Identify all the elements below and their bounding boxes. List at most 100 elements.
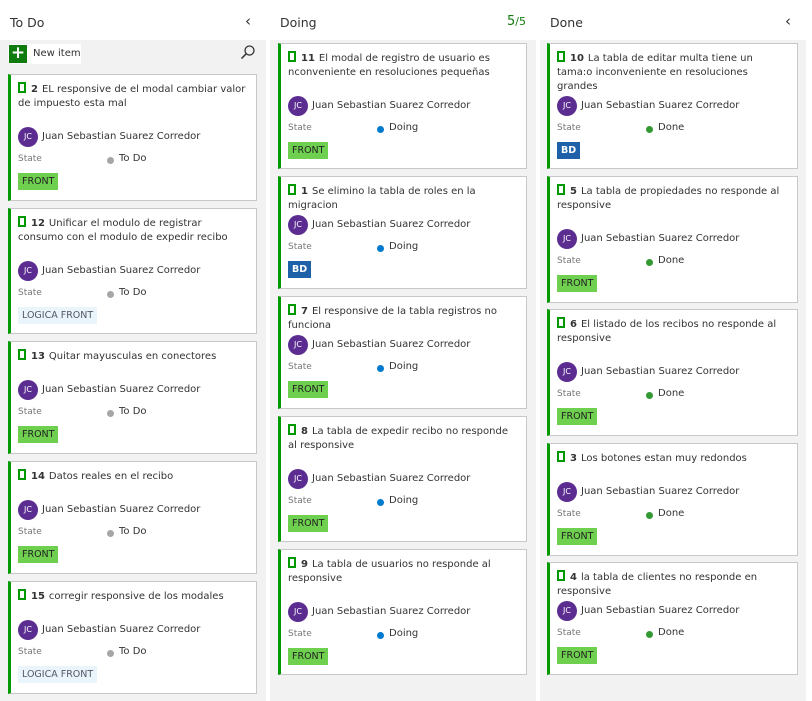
state-value[interactable]: Done bbox=[658, 508, 684, 519]
work-item-card[interactable]: 15 corregir responsive de los modales JC Ju… bbox=[8, 581, 257, 694]
state-dot bbox=[377, 245, 384, 252]
state-value[interactable]: To Do bbox=[119, 526, 147, 537]
assignee[interactable]: JC Juan Sebastian Suarez Corredor bbox=[288, 335, 488, 355]
state-value[interactable]: Done bbox=[658, 255, 684, 266]
work-item-title[interactable]: Quitar mayusculas en conectores bbox=[49, 351, 216, 362]
work-item-title[interactable]: Datos reales en el recibo bbox=[49, 471, 173, 482]
work-item-title[interactable]: La tabla de usuarios no responde al resp… bbox=[288, 559, 491, 584]
state-label: State bbox=[557, 509, 581, 519]
assignee[interactable]: JC Juan Sebastian Suarez Corredor bbox=[557, 362, 757, 382]
work-item-title[interactable]: EL responsive de el modal cambiar valor … bbox=[18, 84, 245, 109]
work-item-title[interactable]: la tabla de clientes no responde en resp… bbox=[557, 572, 757, 597]
assignee-name: Juan Sebastian Suarez Corredor bbox=[42, 384, 201, 395]
state-value[interactable]: Doing bbox=[389, 628, 418, 639]
assignee-name: Juan Sebastian Suarez Corredor bbox=[581, 486, 740, 497]
tag-front[interactable]: FRONT bbox=[288, 515, 329, 532]
new-item-label: New item bbox=[33, 48, 81, 59]
assignee[interactable]: JC Juan Sebastian Suarez Corredor bbox=[557, 96, 757, 116]
assignee[interactable]: JC Juan Sebastian Suarez Corredor bbox=[18, 620, 218, 640]
work-item-title[interactable]: La tabla de expedir recibo no responde a… bbox=[288, 426, 508, 451]
state-label: State bbox=[288, 629, 312, 639]
work-item-title[interactable]: Los botones estan muy redondos bbox=[581, 453, 747, 464]
tag-front[interactable]: FRONT bbox=[288, 142, 329, 159]
work-item-card[interactable]: 9 La tabla de usuarios no responde al res… bbox=[278, 549, 527, 675]
tag-front[interactable]: FRONT bbox=[557, 647, 598, 664]
state-value[interactable]: To Do bbox=[119, 153, 147, 164]
tag-front[interactable]: FRONT bbox=[557, 408, 598, 425]
work-item-title[interactable]: El modal de registro de usuario es nconv… bbox=[288, 53, 490, 78]
plus-icon: + bbox=[9, 43, 27, 63]
tag-bd[interactable]: BD bbox=[557, 142, 581, 159]
work-item-title[interactable]: corregir responsive de los modales bbox=[49, 591, 224, 602]
assignee[interactable]: JC Juan Sebastian Suarez Corredor bbox=[288, 215, 488, 235]
work-item-card[interactable]: 14 Datos reales en el recibo JC Juan Sebast… bbox=[8, 461, 257, 574]
tag-front[interactable]: FRONT bbox=[557, 528, 598, 545]
assignee[interactable]: JC Juan Sebastian Suarez Corredor bbox=[18, 500, 218, 520]
work-item-card[interactable]: 11 El modal de registro de usuario es nco… bbox=[278, 43, 527, 169]
state-value[interactable]: Doing bbox=[389, 122, 418, 133]
state-value[interactable]: Doing bbox=[389, 241, 418, 252]
work-item-card[interactable]: 12 Unificar el modulo de registrar consum… bbox=[8, 208, 257, 334]
work-item-card[interactable]: 5 La tabla de propiedades no responde al … bbox=[547, 176, 798, 303]
state-value[interactable]: To Do bbox=[119, 646, 147, 657]
assignee[interactable]: JC Juan Sebastian Suarez Corredor bbox=[18, 127, 218, 147]
assignee-name: Juan Sebastian Suarez Corredor bbox=[312, 339, 471, 350]
work-item-title[interactable]: Unificar el modulo de registrar consumo … bbox=[18, 218, 228, 243]
assignee-name: Juan Sebastian Suarez Corredor bbox=[42, 265, 201, 276]
tag-logica-front[interactable]: LOGICA FRONT bbox=[18, 307, 98, 324]
assignee[interactable]: JC Juan Sebastian Suarez Corredor bbox=[557, 482, 757, 502]
work-item-card[interactable]: 6 El listado de los recibos no responde a… bbox=[547, 309, 798, 436]
card-title: 12 Unificar el modulo de registrar consum… bbox=[18, 216, 248, 245]
tag-logica-front[interactable]: LOGICA FRONT bbox=[18, 666, 98, 683]
tag-front[interactable]: FRONT bbox=[18, 173, 59, 190]
state-value[interactable]: Done bbox=[658, 388, 684, 399]
assignee[interactable]: JC Juan Sebastian Suarez Corredor bbox=[18, 380, 218, 400]
search-icon[interactable] bbox=[240, 44, 256, 60]
chevron-left-icon[interactable]: ‹ bbox=[245, 12, 251, 30]
state-dot bbox=[646, 392, 653, 399]
work-item-card[interactable]: 7 El responsive de la tabla registros no … bbox=[278, 296, 527, 409]
card-title: 13 Quitar mayusculas en conectores bbox=[18, 349, 248, 364]
assignee[interactable]: JC Juan Sebastian Suarez Corredor bbox=[557, 229, 757, 249]
state-value[interactable]: To Do bbox=[119, 406, 147, 417]
column-header: Doing 5/5 bbox=[270, 0, 536, 40]
work-item-card[interactable]: 1 Se elimino la tabla de roles en la migr… bbox=[278, 176, 527, 289]
state-label: State bbox=[18, 647, 42, 657]
work-item-card[interactable]: 8 La tabla de expedir recibo no responde … bbox=[278, 416, 527, 542]
assignee[interactable]: JC Juan Sebastian Suarez Corredor bbox=[288, 469, 488, 489]
work-item-title[interactable]: El responsive de la tabla registros no f… bbox=[288, 306, 497, 331]
tag-front[interactable]: FRONT bbox=[557, 275, 598, 292]
assignee[interactable]: JC Juan Sebastian Suarez Corredor bbox=[18, 261, 218, 281]
avatar: JC bbox=[18, 620, 38, 640]
state-value[interactable]: Done bbox=[658, 122, 684, 133]
work-item-title[interactable]: Se elimino la tabla de roles en la migra… bbox=[288, 186, 476, 211]
tag-front[interactable]: FRONT bbox=[18, 546, 59, 563]
chevron-left-icon[interactable]: ‹ bbox=[785, 12, 791, 30]
tag-front[interactable]: FRONT bbox=[288, 381, 329, 398]
tag-bd[interactable]: BD bbox=[288, 261, 312, 278]
work-item-title[interactable]: La tabla de propiedades no responde al r… bbox=[557, 186, 779, 211]
assignee[interactable]: JC Juan Sebastian Suarez Corredor bbox=[557, 601, 757, 621]
state-value[interactable]: Done bbox=[658, 627, 684, 638]
assignee[interactable]: JC Juan Sebastian Suarez Corredor bbox=[288, 96, 488, 116]
tag-front[interactable]: FRONT bbox=[288, 648, 329, 665]
new-item-button[interactable]: + New item bbox=[8, 44, 81, 64]
state-dot bbox=[107, 291, 114, 298]
work-item-id: 5 bbox=[570, 186, 577, 197]
work-item-card[interactable]: 13 Quitar mayusculas en conectores JC Juan … bbox=[8, 341, 257, 454]
assignee[interactable]: JC Juan Sebastian Suarez Corredor bbox=[288, 602, 488, 622]
work-item-title[interactable]: El listado de los recibos no responde al… bbox=[557, 319, 776, 344]
state-value[interactable]: Doing bbox=[389, 495, 418, 506]
user-story-icon bbox=[557, 317, 565, 328]
work-item-id: 3 bbox=[570, 453, 577, 464]
work-item-card[interactable]: 4 la tabla de clientes no responde en res… bbox=[547, 562, 798, 675]
state-value[interactable]: To Do bbox=[119, 287, 147, 298]
user-story-icon bbox=[557, 51, 565, 62]
state-value[interactable]: Doing bbox=[389, 361, 418, 372]
tag-front[interactable]: FRONT bbox=[18, 426, 59, 443]
work-item-id: 12 bbox=[31, 218, 45, 229]
work-item-card[interactable]: 2 EL responsive de el modal cambiar valor… bbox=[8, 74, 257, 201]
work-item-card[interactable]: 10 La tabla de editar multa tiene un tama… bbox=[547, 43, 798, 169]
work-item-card[interactable]: 3 Los botones estan muy redondos JC Juan Se… bbox=[547, 443, 798, 556]
work-item-title[interactable]: La tabla de editar multa tiene un tama:o… bbox=[557, 53, 753, 92]
